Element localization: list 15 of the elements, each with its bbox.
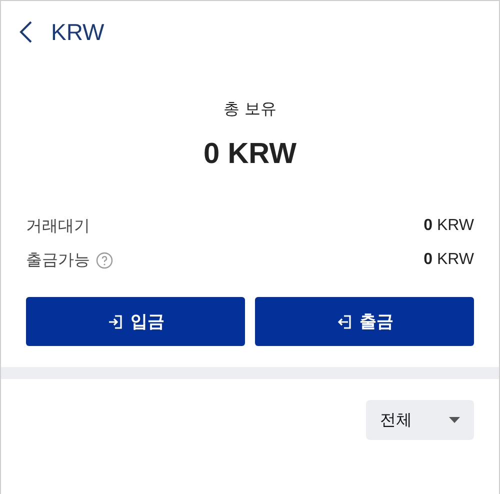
balance-label: 출금가능: [26, 250, 90, 270]
caret-icon: [449, 417, 460, 423]
balance-label: 거래대기: [26, 216, 90, 236]
back-icon[interactable]: [19, 21, 33, 43]
balance-value: 0 KRW: [424, 251, 474, 269]
filter-dropdown[interactable]: 전체: [366, 400, 474, 440]
page-title: KRW: [51, 18, 104, 46]
withdraw-button[interactable]: 출금: [255, 297, 474, 346]
logout-icon: [336, 314, 352, 330]
deposit-button[interactable]: 입금: [26, 297, 245, 346]
balance-value: 0 KRW: [424, 217, 474, 235]
login-icon: [106, 314, 122, 330]
total-label: 총 보유: [223, 99, 277, 120]
help-icon[interactable]: [96, 252, 113, 268]
total-amount: 0 KRW: [204, 138, 296, 171]
